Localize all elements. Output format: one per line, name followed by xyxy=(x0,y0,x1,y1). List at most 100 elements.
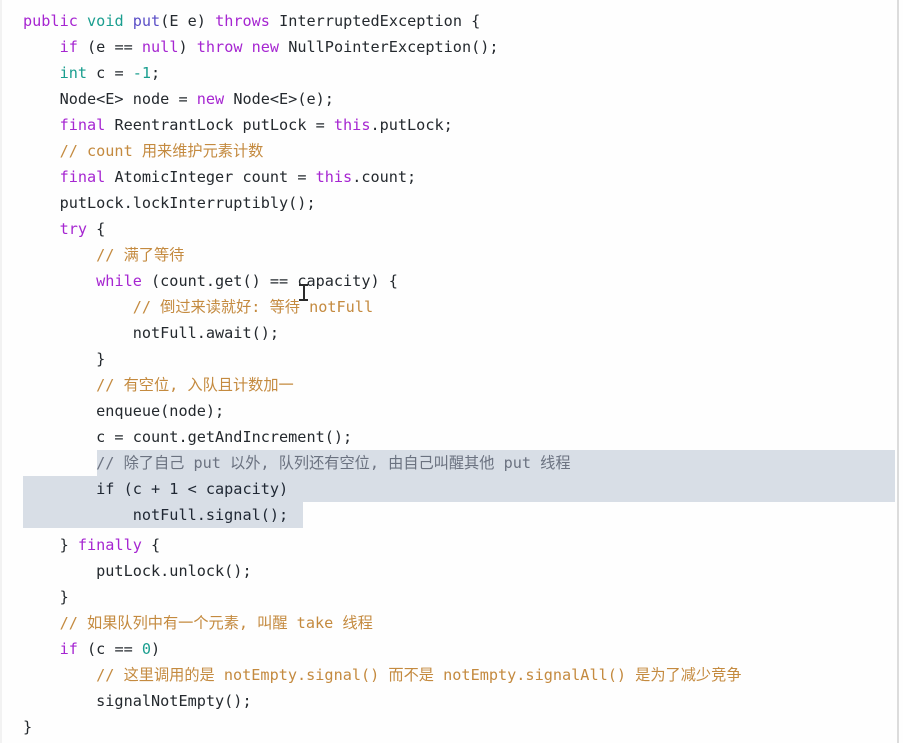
code-line-text: Node<E> node = new Node<E>(e); xyxy=(0,86,334,112)
code-line-text: // count 用来维护元素计数 xyxy=(0,138,264,164)
code-token: c = xyxy=(87,64,133,82)
code-line[interactable]: } xyxy=(0,714,903,740)
code-token: throw xyxy=(196,38,243,56)
code-line[interactable]: // 如果队列中有一个元素, 叫醒 take 线程 xyxy=(0,610,903,636)
code-token: int xyxy=(59,64,88,82)
code-line[interactable]: notFull.signal(); xyxy=(0,502,903,528)
code-line-text: while (count.get() == capacity) { xyxy=(0,268,398,294)
code-line[interactable]: // 满了等待 xyxy=(0,242,903,268)
code-token: ; xyxy=(151,64,161,82)
code-line-text: notFull.await(); xyxy=(0,320,279,346)
code-token: (e == xyxy=(77,38,142,56)
code-token: } xyxy=(23,536,78,554)
code-token: // count 用来维护元素计数 xyxy=(23,142,264,160)
code-token: c = count.getAndIncrement(); xyxy=(23,428,353,446)
code-line-text: signalNotEmpty(); xyxy=(0,688,252,714)
code-token: Node<E>(e); xyxy=(224,90,334,108)
code-line-text: putLock.lockInterruptibly(); xyxy=(0,190,316,216)
code-line[interactable]: // 有空位, 入队且计数加一 xyxy=(0,372,903,398)
code-token: AtomicInteger count = xyxy=(105,168,316,186)
code-token: (E e) xyxy=(160,12,216,30)
code-line-text: if (c + 1 < capacity) xyxy=(0,476,288,502)
code-token: new xyxy=(196,90,225,108)
code-line[interactable]: while (count.get() == capacity) { xyxy=(0,268,903,294)
code-line[interactable]: // count 用来维护元素计数 xyxy=(0,138,903,164)
code-line-text: public void put(E e) throws InterruptedE… xyxy=(0,8,480,34)
code-token: notFull.signal(); xyxy=(23,506,289,524)
code-line[interactable]: Node<E> node = new Node<E>(e); xyxy=(0,86,903,112)
code-line[interactable]: signalNotEmpty(); xyxy=(0,688,903,714)
code-line-text: // 如果队列中有一个元素, 叫醒 take 线程 xyxy=(0,610,373,636)
code-token: put xyxy=(132,12,161,30)
code-viewer[interactable]: public void put(E e) throws InterruptedE… xyxy=(0,0,903,743)
code-token: enqueue(node); xyxy=(23,402,225,420)
code-line[interactable]: int c = -1; xyxy=(0,60,903,86)
code-token: final xyxy=(59,116,106,134)
code-line[interactable]: // 倒过来读就好: 等待 notFull xyxy=(0,294,903,320)
code-token: NullPointerException(); xyxy=(279,38,499,56)
code-token: putLock.lockInterruptibly(); xyxy=(23,194,316,212)
code-token: new xyxy=(251,38,280,56)
code-token: InterruptedException { xyxy=(269,12,481,30)
code-line-text: if (c == 0) xyxy=(0,636,161,662)
code-token: null xyxy=(141,38,179,56)
code-line[interactable]: } xyxy=(0,346,903,372)
code-token: // 有空位, 入队且计数加一 xyxy=(23,376,294,394)
code-line[interactable]: if (c + 1 < capacity) xyxy=(0,476,903,502)
code-line[interactable]: putLock.lockInterruptibly(); xyxy=(0,190,903,216)
code-line[interactable]: final ReentrantLock putLock = this.putLo… xyxy=(0,112,903,138)
code-line[interactable]: if (c == 0) xyxy=(0,636,903,662)
code-token: Node<E> node = xyxy=(23,90,197,108)
code-line[interactable]: // 除了自己 put 以外, 队列还有空位, 由自己叫醒其他 put 线程 xyxy=(0,450,903,476)
code-token: } xyxy=(23,588,69,606)
code-line[interactable]: try { xyxy=(0,216,903,242)
code-line-text: } xyxy=(0,584,69,610)
code-token: -1 xyxy=(132,64,152,82)
code-line-text: // 满了等待 xyxy=(0,242,184,268)
code-token: // 满了等待 xyxy=(23,246,185,264)
code-token: while xyxy=(96,272,142,290)
code-line-text: if (e == null) throw new NullPointerExce… xyxy=(0,34,499,60)
code-token: .count; xyxy=(352,168,417,186)
code-line-text: // 倒过来读就好: 等待 notFull xyxy=(0,294,373,320)
code-line[interactable]: public void put(E e) throws InterruptedE… xyxy=(0,8,903,34)
code-line-text: final AtomicInteger count = this.count; xyxy=(0,164,417,190)
code-line-text: putLock.unlock(); xyxy=(0,558,252,584)
code-line[interactable]: putLock.unlock(); xyxy=(0,558,903,584)
code-line-text: final ReentrantLock putLock = this.putLo… xyxy=(0,112,453,138)
code-token: try xyxy=(59,220,88,238)
code-token: signalNotEmpty(); xyxy=(23,692,252,710)
code-line[interactable]: if (e == null) throw new NullPointerExce… xyxy=(0,34,903,60)
code-token: (count.get() == capacity) { xyxy=(141,272,398,290)
code-line-text: // 这里调用的是 notEmpty.signal() 而不是 notEmpty… xyxy=(0,662,741,688)
code-line[interactable]: enqueue(node); xyxy=(0,398,903,424)
code-line[interactable]: notFull.await(); xyxy=(0,320,903,346)
code-line[interactable]: c = count.getAndIncrement(); xyxy=(0,424,903,450)
code-token: public xyxy=(23,12,78,30)
code-token: // 这里调用的是 notEmpty.signal() 而不是 notEmpty… xyxy=(23,666,742,684)
code-line[interactable]: // 这里调用的是 notEmpty.signal() 而不是 notEmpty… xyxy=(0,662,903,688)
code-token: finally xyxy=(77,536,142,554)
code-token: } xyxy=(23,718,33,736)
code-token: ) xyxy=(151,640,161,658)
code-token: void xyxy=(87,12,124,30)
code-token: throws xyxy=(215,12,270,30)
code-lines-container[interactable]: public void put(E e) throws InterruptedE… xyxy=(0,0,903,743)
code-token: if xyxy=(59,38,78,56)
code-token: putLock.unlock(); xyxy=(23,562,252,580)
code-line-text: c = count.getAndIncrement(); xyxy=(0,424,352,450)
code-token: notFull.await(); xyxy=(23,324,280,342)
code-line[interactable]: } xyxy=(0,584,903,610)
code-line[interactable]: } finally { xyxy=(0,532,903,558)
code-line[interactable]: final AtomicInteger count = this.count; xyxy=(0,164,903,190)
code-line-text: int c = -1; xyxy=(0,60,161,86)
code-line-text: // 有空位, 入队且计数加一 xyxy=(0,372,294,398)
